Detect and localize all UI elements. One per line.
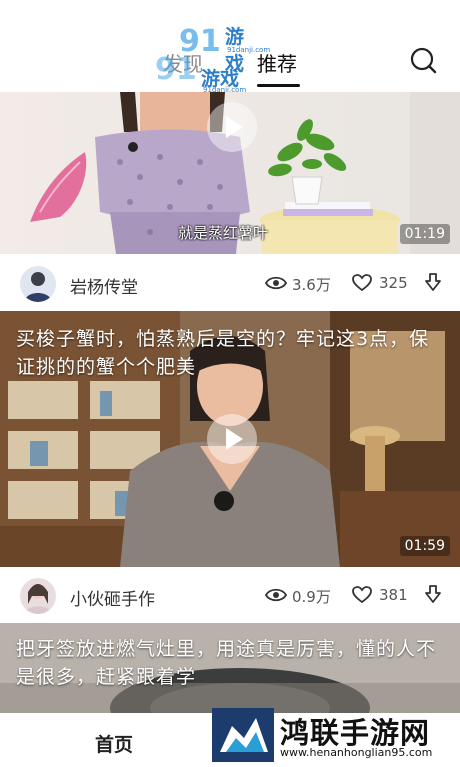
play-button[interactable]	[207, 102, 257, 152]
brand-domain: www.henanhonglian95.com	[280, 746, 433, 759]
watermark-brand: 鸿联手游网 www.henanhonglian95.com	[208, 700, 460, 767]
video-title[interactable]: 买梭子蟹时，怕蒸熟后是空的？牢记这3点，保证挑的的蟹个个肥美	[16, 325, 440, 381]
top-header: 发现 推荐 91 91 游戏 91danji.com 游戏 91danji.co…	[0, 0, 460, 94]
search-icon	[410, 47, 437, 74]
avatar[interactable]	[20, 266, 56, 302]
watermark-url: 91danji.com	[227, 46, 271, 54]
eye-icon	[265, 588, 287, 602]
watermark-logo: 91 91 游戏 91danji.com 游戏 91danji.com	[155, 22, 270, 94]
video-title[interactable]: 把牙签放进燃气灶里，用途真是厉害，懂的人不是很多，赶紧跟着学	[16, 635, 440, 691]
author-name[interactable]: 小伙砸手作	[70, 585, 155, 610]
heart-icon[interactable]	[352, 274, 372, 292]
video-duration: 01:19	[399, 224, 450, 244]
play-button[interactable]	[207, 414, 257, 464]
video-subtitle: 就是蒸红薯叶	[178, 224, 269, 242]
download-icon[interactable]	[424, 585, 442, 605]
video-thumbnail[interactable]: 就是蒸红薯叶 01:19	[0, 92, 460, 254]
author-name[interactable]: 岩杨传堂	[70, 273, 138, 298]
avatar[interactable]	[20, 578, 56, 614]
like-count: 325	[379, 274, 408, 292]
video-duration: 01:59	[399, 536, 450, 556]
heart-icon[interactable]	[352, 586, 372, 604]
video-thumbnail[interactable]: 买梭子蟹时，怕蒸熟后是空的？牢记这3点，保证挑的的蟹个个肥美 01:59	[0, 311, 460, 567]
video-meta-row: 岩杨传堂 3.6万 325	[0, 258, 460, 310]
download-icon[interactable]	[424, 273, 442, 293]
view-count: 0.9万	[292, 588, 331, 606]
video-meta-row: 小伙砸手作 0.9万 381	[0, 570, 460, 622]
like-count: 381	[379, 586, 408, 604]
watermark-number-2: 91	[155, 52, 197, 87]
active-tab-indicator	[257, 84, 300, 87]
eye-icon	[265, 276, 287, 290]
nav-home[interactable]: 首页	[95, 730, 133, 757]
search-button[interactable]	[408, 46, 438, 76]
view-count: 3.6万	[292, 276, 331, 294]
brand-logo-icon	[212, 708, 274, 762]
